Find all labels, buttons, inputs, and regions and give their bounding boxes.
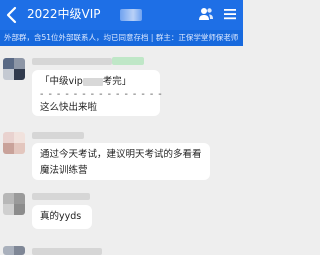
quote-tail: 考完」 [102, 76, 132, 87]
sender-name-redacted [32, 193, 90, 200]
avatar[interactable] [3, 193, 25, 215]
avatar[interactable] [3, 246, 25, 255]
avatar[interactable] [3, 132, 25, 154]
quote-text: 「中级vip [40, 76, 83, 87]
wechat-badge [112, 57, 144, 65]
message-text: 这么快出来啦 [40, 102, 98, 113]
redacted-title-part [120, 9, 142, 21]
group-members-icon[interactable] [198, 6, 214, 22]
group-notice-bar[interactable]: 外部群，含51位外部联系人，均已同意存档 | 群主：正保学堂师保老师 [0, 30, 243, 46]
sender-name-redacted [32, 132, 84, 139]
title-bar: 2022中级VIP [0, 0, 243, 30]
sender-name-redacted [32, 248, 102, 255]
quote-separator: - - - - - - - - - - - - - - - [40, 89, 163, 100]
chat-screen: 2022中级VIP 外部群，含51位外部联系人，均已同意存档 | 群主：正保学堂… [0, 0, 243, 255]
message-text-line-2: 魔法训练营 [40, 165, 88, 176]
message-bubble[interactable]: 真的yyds [32, 205, 92, 229]
quoted-message: 「中级vip 考完」 [40, 74, 152, 90]
sender-name-redacted [32, 58, 112, 65]
message-text-line-1: 通过今天考试，建议明天考试的多看看 [40, 149, 202, 160]
redacted-quote-part [82, 77, 103, 86]
message-bubble[interactable]: 通过今天考试，建议明天考试的多看看 魔法训练营 [32, 143, 210, 180]
menu-icon[interactable] [222, 6, 238, 22]
chat-title: 2022中级VIP [27, 7, 101, 21]
avatar[interactable] [3, 58, 25, 80]
message-bubble[interactable]: 「中级vip 考完」 - - - - - - - - - - - - - - - … [32, 70, 163, 116]
back-icon[interactable] [6, 6, 22, 24]
message-text: 真的yyds [40, 211, 82, 222]
